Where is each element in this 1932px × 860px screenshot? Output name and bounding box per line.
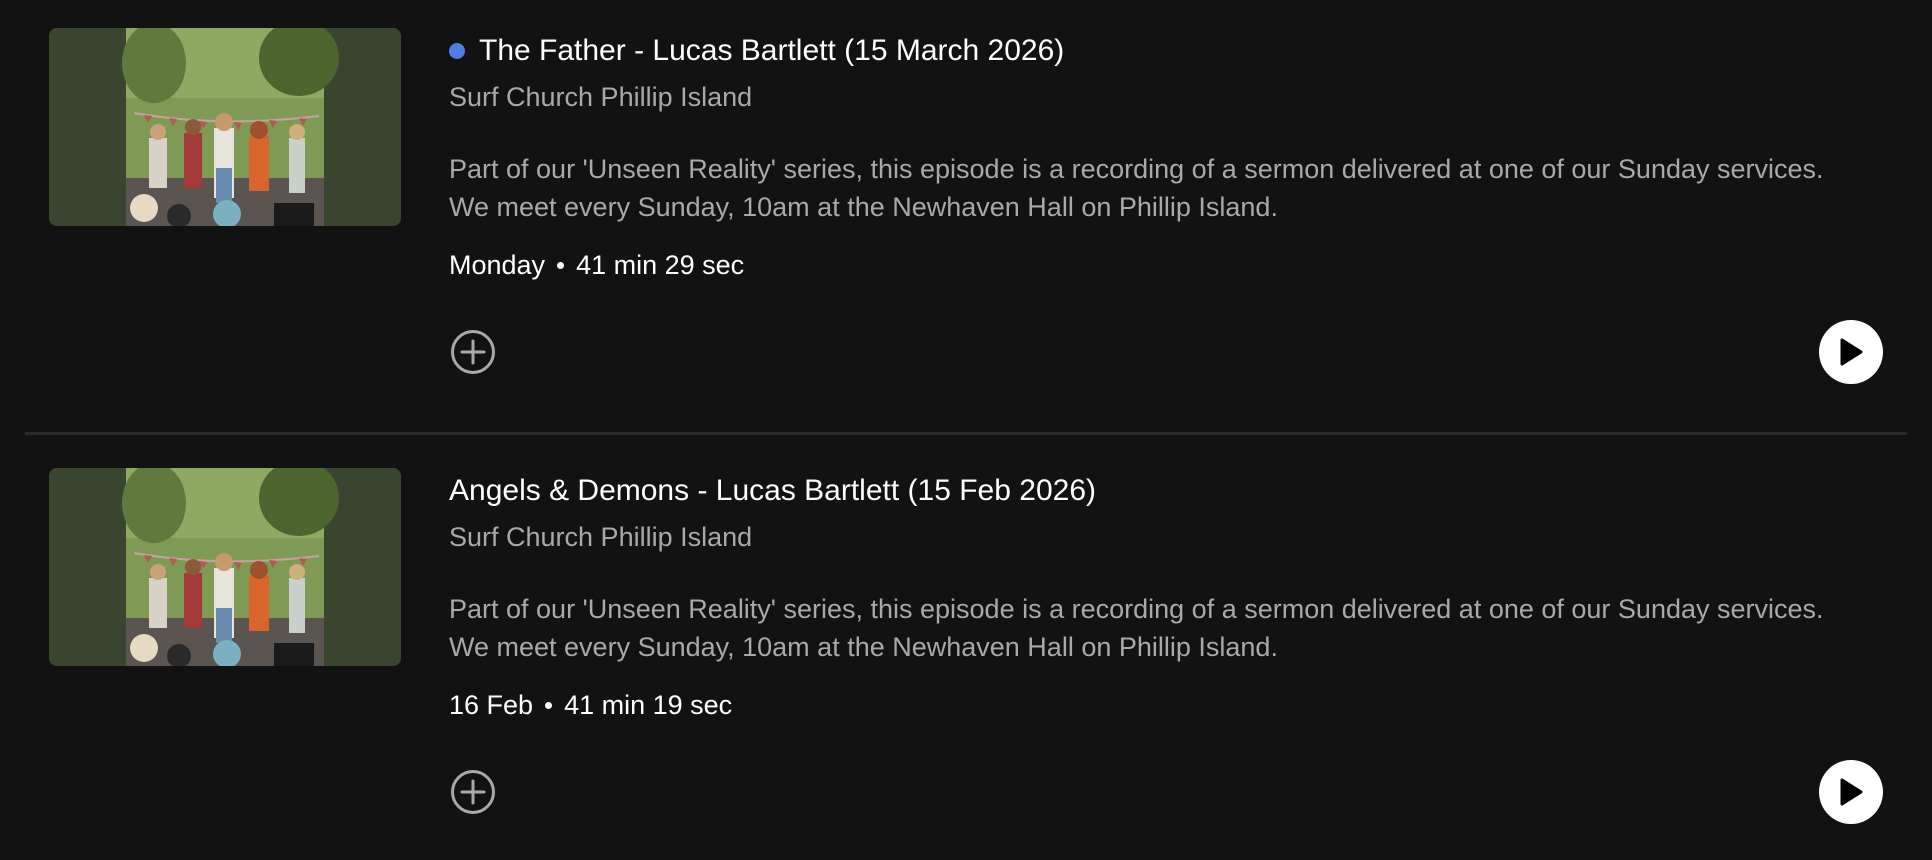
plus-circle-icon xyxy=(451,770,495,814)
play-button[interactable] xyxy=(1819,760,1883,824)
row-divider xyxy=(25,432,1907,435)
episode-meta: 16 Feb 41 min 19 sec xyxy=(449,690,732,721)
add-to-library-button[interactable] xyxy=(450,329,496,375)
episode-row[interactable]: Angels & Demons - Lucas Bartlett (15 Feb… xyxy=(0,440,1932,860)
episode-description: Part of our 'Unseen Reality' series, thi… xyxy=(449,590,1889,666)
plus-circle-icon xyxy=(451,330,495,374)
episode-thumbnail[interactable] xyxy=(49,468,401,666)
episode-description: Part of our 'Unseen Reality' series, thi… xyxy=(449,150,1889,226)
play-icon xyxy=(1840,338,1863,366)
episode-date: Monday xyxy=(449,250,546,280)
episode-row[interactable]: The Father - Lucas Bartlett (15 March 20… xyxy=(0,0,1932,440)
play-button[interactable] xyxy=(1819,320,1883,384)
episode-thumbnail[interactable] xyxy=(49,28,401,226)
episode-duration: 41 min 29 sec xyxy=(576,250,745,280)
episode-title-row: The Father - Lucas Bartlett (15 March 20… xyxy=(449,28,1064,74)
episode-duration: 41 min 19 sec xyxy=(564,690,733,720)
separator-dot xyxy=(557,262,565,269)
episode-meta: Monday 41 min 29 sec xyxy=(449,250,744,281)
band-photo-image xyxy=(49,28,401,226)
play-icon xyxy=(1840,778,1863,806)
episode-date: 16 Feb xyxy=(449,690,534,720)
new-episode-indicator xyxy=(449,43,465,59)
episode-title-row: Angels & Demons - Lucas Bartlett (15 Feb… xyxy=(449,468,1096,514)
show-name[interactable]: Surf Church Phillip Island xyxy=(449,82,752,113)
description-line: We meet every Sunday, 10am at the Newhav… xyxy=(449,192,1278,222)
description-line: Part of our 'Unseen Reality' series, thi… xyxy=(449,594,1824,624)
description-line: We meet every Sunday, 10am at the Newhav… xyxy=(449,632,1278,662)
band-photo-image xyxy=(49,468,401,666)
separator-dot xyxy=(545,702,553,709)
episode-list: The Father - Lucas Bartlett (15 March 20… xyxy=(0,0,1932,860)
episode-title[interactable]: The Father - Lucas Bartlett (15 March 20… xyxy=(479,34,1064,68)
add-to-library-button[interactable] xyxy=(450,769,496,815)
episode-title[interactable]: Angels & Demons - Lucas Bartlett (15 Feb… xyxy=(449,474,1096,508)
show-name[interactable]: Surf Church Phillip Island xyxy=(449,522,752,553)
description-line: Part of our 'Unseen Reality' series, thi… xyxy=(449,154,1824,184)
